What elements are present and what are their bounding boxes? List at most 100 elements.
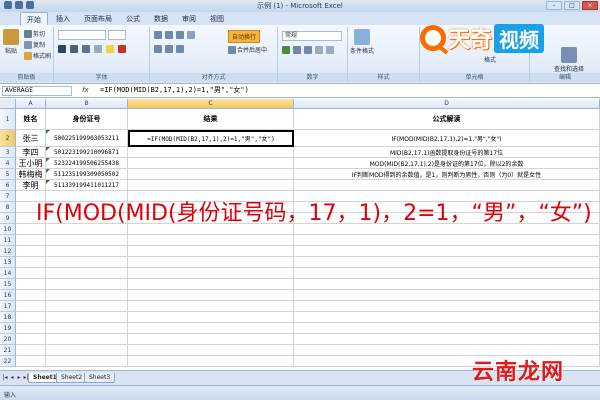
- table-header[interactable]: 公式解读: [294, 109, 600, 130]
- name-cell[interactable]: 李四: [16, 147, 46, 158]
- format-painter-button[interactable]: 格式刷: [24, 51, 51, 60]
- cell-b16[interactable]: [46, 290, 128, 301]
- cell-c18[interactable]: [128, 312, 294, 323]
- fx-icon[interactable]: fx: [82, 86, 89, 94]
- row-header-8[interactable]: 8: [0, 202, 16, 213]
- cell-a11[interactable]: [16, 235, 46, 246]
- cell-c5[interactable]: [128, 169, 294, 180]
- align-top-icon[interactable]: [154, 31, 162, 39]
- cell-a13[interactable]: [16, 257, 46, 268]
- fill-color-icon[interactable]: [106, 45, 114, 53]
- column-header-c[interactable]: C: [128, 99, 294, 109]
- row-header-16[interactable]: 16: [0, 290, 16, 301]
- cell-a22[interactable]: [16, 356, 46, 367]
- cell-c22[interactable]: [128, 356, 294, 367]
- column-header-b[interactable]: B: [46, 99, 128, 109]
- cell-c14[interactable]: [128, 268, 294, 279]
- tab-review[interactable]: 审阅: [176, 12, 202, 25]
- cell-b22[interactable]: [46, 356, 128, 367]
- row-header-18[interactable]: 18: [0, 312, 16, 323]
- row-header-19[interactable]: 19: [0, 323, 16, 334]
- cell-b18[interactable]: [46, 312, 128, 323]
- row-header-17[interactable]: 17: [0, 301, 16, 312]
- tab-view[interactable]: 视图: [204, 12, 230, 25]
- row-header-9[interactable]: 9: [0, 213, 16, 224]
- prev-sheet-icon[interactable]: ◂: [9, 374, 15, 382]
- tab-home[interactable]: 开始: [20, 12, 48, 25]
- cell-c11[interactable]: [128, 235, 294, 246]
- cell-c19[interactable]: [128, 323, 294, 334]
- row-header-4[interactable]: 4: [0, 158, 16, 169]
- cell-c20[interactable]: [128, 334, 294, 345]
- border-icon[interactable]: [94, 45, 102, 53]
- sheet-tab-sheet2[interactable]: Sheet2: [56, 373, 88, 383]
- cell-b21[interactable]: [46, 345, 128, 356]
- align-middle-icon[interactable]: [165, 31, 173, 39]
- select-all-corner[interactable]: [0, 99, 16, 109]
- row-header-3[interactable]: 3: [0, 147, 16, 158]
- cell-c3[interactable]: [128, 147, 294, 158]
- id-number-cell[interactable]: 523224199506255438: [46, 158, 128, 169]
- row-header-14[interactable]: 14: [0, 268, 16, 279]
- first-sheet-icon[interactable]: |◂: [2, 374, 8, 382]
- currency-icon[interactable]: [282, 46, 290, 54]
- table-header[interactable]: 结果: [128, 109, 294, 130]
- cell-a17[interactable]: [16, 301, 46, 312]
- name-cell[interactable]: 李明: [16, 180, 46, 191]
- row-header-15[interactable]: 15: [0, 279, 16, 290]
- conditional-format-button[interactable]: 条件格式: [350, 29, 374, 55]
- row-header-12[interactable]: 12: [0, 246, 16, 257]
- next-sheet-icon[interactable]: ▸: [16, 374, 22, 382]
- name-cell[interactable]: 王小明: [16, 158, 46, 169]
- cell-c4[interactable]: [128, 158, 294, 169]
- sheet-tab-sheet3[interactable]: Sheet3: [84, 373, 116, 383]
- font-color-icon[interactable]: [118, 45, 126, 53]
- cell-c17[interactable]: [128, 301, 294, 312]
- increase-decimal-icon[interactable]: [315, 46, 323, 54]
- name-cell[interactable]: 张三: [16, 130, 46, 147]
- cell-d17[interactable]: [294, 301, 600, 312]
- tab-page-layout[interactable]: 页面布局: [78, 12, 118, 25]
- cell-b11[interactable]: [46, 235, 128, 246]
- maximize-button[interactable]: □: [564, 1, 580, 10]
- align-right-icon[interactable]: [176, 45, 184, 53]
- cell-b20[interactable]: [46, 334, 128, 345]
- cell-d13[interactable]: [294, 257, 600, 268]
- cell-b19[interactable]: [46, 323, 128, 334]
- format-cells-button[interactable]: 格式: [484, 55, 496, 64]
- cell-c13[interactable]: [128, 257, 294, 268]
- cell-b17[interactable]: [46, 301, 128, 312]
- orientation-icon[interactable]: [187, 31, 195, 39]
- explanation-cell[interactable]: MID(B2,17,1)函数提取身份证号的第17位: [294, 147, 600, 158]
- cell-d11[interactable]: [294, 235, 600, 246]
- column-header-d[interactable]: D: [294, 99, 600, 109]
- underline-icon[interactable]: [82, 45, 90, 53]
- paste-button[interactable]: 粘贴: [3, 29, 19, 55]
- cell-b12[interactable]: [46, 246, 128, 257]
- italic-icon[interactable]: [70, 45, 78, 53]
- tab-data[interactable]: 数据: [148, 12, 174, 25]
- cell-c6[interactable]: [128, 180, 294, 191]
- name-cell[interactable]: 韩梅梅: [16, 169, 46, 180]
- cell-a21[interactable]: [16, 345, 46, 356]
- cell-d15[interactable]: [294, 279, 600, 290]
- name-box[interactable]: AVERAGE: [2, 86, 72, 96]
- cell-b14[interactable]: [46, 268, 128, 279]
- id-number-cell[interactable]: 511339199411011217: [46, 180, 128, 191]
- font-size-combo[interactable]: [108, 30, 126, 40]
- cell-d20[interactable]: [294, 334, 600, 345]
- align-center-icon[interactable]: [165, 45, 173, 53]
- cell-a20[interactable]: [16, 334, 46, 345]
- row-header-11[interactable]: 11: [0, 235, 16, 246]
- merge-center-button[interactable]: 合并后居中: [228, 45, 267, 54]
- row-header-13[interactable]: 13: [0, 257, 16, 268]
- row-header-5[interactable]: 5: [0, 169, 16, 180]
- cell-c15[interactable]: [128, 279, 294, 290]
- cell-d12[interactable]: [294, 246, 600, 257]
- row-header-21[interactable]: 21: [0, 345, 16, 356]
- explanation-cell[interactable]: MOD(MID(B2,17,1),2)是身份证的第17位，除以2的余数: [294, 158, 600, 169]
- cell-c21[interactable]: [128, 345, 294, 356]
- align-bottom-icon[interactable]: [176, 31, 184, 39]
- find-select-button[interactable]: 查找和选择: [554, 47, 584, 73]
- font-name-combo[interactable]: [58, 30, 106, 40]
